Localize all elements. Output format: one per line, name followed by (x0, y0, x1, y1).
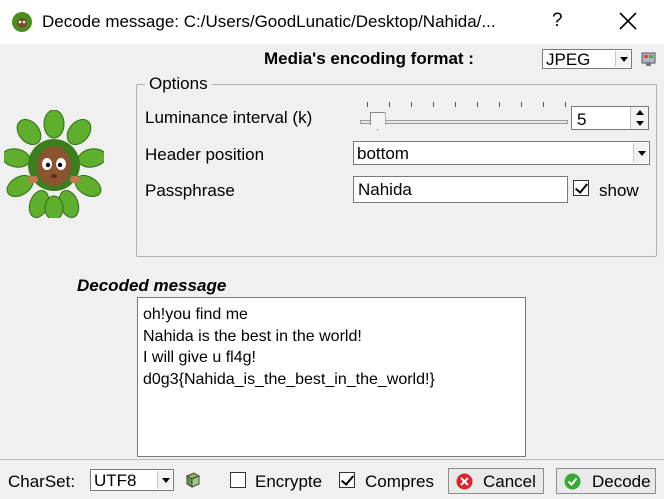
encoding-format-select[interactable]: JPEG (542, 49, 632, 69)
slider-tick (433, 102, 434, 107)
mascot-image (4, 110, 104, 218)
charset-book-icon[interactable] (185, 472, 201, 488)
message-line: d0g3{Nahida_is_the_best_in_the_world!} (143, 370, 435, 388)
compress-checkbox[interactable] (339, 472, 355, 488)
slider-tick (411, 102, 412, 107)
header-position-select[interactable]: bottom (353, 141, 650, 165)
spin-up-icon[interactable] (636, 110, 644, 115)
slider-tick (521, 102, 522, 107)
slider-tick (367, 102, 368, 107)
message-line: oh!you find me (143, 306, 248, 323)
options-legend: Options (149, 74, 208, 93)
header-position-label: Header position (145, 145, 265, 164)
chevron-down-icon[interactable] (615, 51, 630, 67)
decode-label: Decode (592, 472, 651, 491)
passphrase-label: Passphrase (145, 181, 235, 200)
slider-tick (455, 102, 456, 107)
window-title: Decode message: C:/Users/GoodLunatic/Des… (42, 12, 496, 31)
show-checkbox[interactable] (573, 180, 589, 196)
encrypted-label: Encrypte (255, 472, 323, 491)
luminance-value: 5 (577, 110, 587, 129)
decode-button[interactable]: Decode (556, 468, 656, 494)
header-position-value: bottom (357, 144, 409, 163)
message-line: I will give u fl4g! (143, 349, 256, 366)
close-icon[interactable] (616, 9, 640, 33)
cancel-button[interactable]: Cancel (448, 468, 544, 494)
luminance-label: Luminance interval (k) (145, 108, 313, 127)
decoded-message-title: Decoded message (77, 276, 227, 295)
spinner-buttons[interactable] (630, 107, 648, 129)
luminance-spinner[interactable]: 5 (571, 106, 649, 130)
message-line: Nahida is the best in the world! (143, 327, 362, 345)
cancel-label: Cancel (483, 472, 536, 491)
slider-tick (499, 102, 500, 107)
compress-label: Compres (365, 472, 434, 491)
footer-divider (0, 459, 664, 460)
spin-down-icon[interactable] (636, 121, 644, 126)
options-group: Options (136, 74, 657, 257)
app-icon (12, 12, 32, 32)
cancel-icon (456, 473, 473, 490)
format-settings-icon[interactable] (641, 52, 656, 67)
charset-select[interactable]: UTF8 (90, 469, 174, 491)
slider-tick (477, 102, 478, 107)
show-label: show (599, 181, 639, 200)
slider-tick (389, 102, 390, 107)
slider-track[interactable] (360, 120, 568, 124)
passphrase-value: Nahida (358, 180, 412, 199)
check-icon (564, 473, 581, 490)
chevron-down-icon[interactable] (633, 143, 648, 163)
decoded-message-textarea[interactable]: oh!you find me Nahida is the best in the… (137, 297, 526, 457)
chevron-down-icon[interactable] (157, 471, 172, 489)
encoding-format-value: JPEG (546, 50, 591, 69)
encoding-format-label: Media's encoding format : (264, 49, 474, 68)
dialog-body: Media's encoding format : JPEG Options L… (0, 44, 664, 499)
charset-label: CharSet: (8, 472, 76, 491)
slider-tick (565, 102, 566, 107)
encrypted-checkbox[interactable] (230, 472, 246, 488)
passphrase-input[interactable]: Nahida (353, 176, 568, 203)
help-button[interactable]: ? (552, 10, 563, 32)
title-bar: Decode message: C:/Users/GoodLunatic/Des… (0, 0, 664, 44)
slider-tick (543, 102, 544, 107)
charset-value: UTF8 (94, 471, 137, 490)
